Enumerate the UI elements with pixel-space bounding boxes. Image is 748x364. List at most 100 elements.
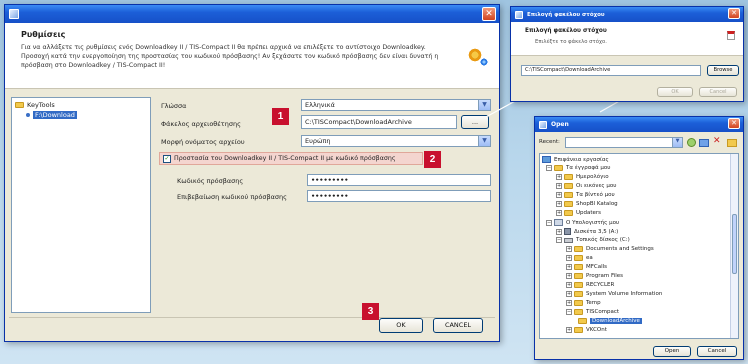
expand-icon[interactable]: + — [556, 201, 562, 207]
open-dialog: Open ✕ Recent: ▼ ✕ Επιφάνεια εργασίας − Τ… — [534, 116, 744, 360]
badge-3: 3 — [362, 303, 379, 320]
confirm-password-value: ••••••••• — [311, 192, 349, 200]
file-tree[interactable]: Επιφάνεια εργασίας − Τα έγγραφά μου + Ημερ… — [539, 153, 739, 339]
tree-item-system-volume[interactable]: + System Volume Information — [566, 291, 662, 297]
expand-icon[interactable]: + — [566, 291, 572, 297]
expand-icon[interactable]: + — [566, 300, 572, 306]
expand-icon[interactable]: + — [566, 273, 572, 279]
folder-titlebar[interactable]: Επιλογή φακέλου στόχου ✕ — [511, 7, 743, 22]
tree-item-videos[interactable]: + Τα βίντεό μου — [556, 192, 615, 198]
password-input[interactable]: ••••••••• — [307, 174, 491, 186]
expand-icon[interactable]: + — [556, 228, 562, 235]
protection-row[interactable]: ✓ Προστασία του Downloadkey II / TIS-Com… — [159, 152, 423, 165]
target-folder-value: C:\TISCompact\DownloadArchive — [525, 67, 611, 73]
folder-dialog-heading: Επιλογή φακέλου στόχου — [525, 28, 607, 34]
tree-item-updaters[interactable]: + Updaters — [556, 210, 601, 216]
new-folder-icon[interactable] — [727, 139, 737, 147]
nav-up-icon[interactable] — [687, 138, 696, 147]
key-tree[interactable]: KeyTools F:\Download — [11, 97, 151, 313]
tree-item-label: DownloadArchive — [590, 318, 642, 324]
tree-item-docs-settings[interactable]: + Documents and Settings — [566, 246, 654, 252]
tree-item-mfcalls[interactable]: + MFCalls — [566, 264, 607, 270]
settings-gear-icon — [467, 47, 488, 66]
language-label: Γλώσσα — [161, 102, 187, 110]
tree-item-program-files[interactable]: + Program Files — [566, 273, 623, 279]
cancel-button[interactable]: CANCEL — [433, 318, 483, 333]
chevron-down-icon[interactable]: ▼ — [478, 100, 490, 110]
open-titlebar[interactable]: Open ✕ — [535, 117, 743, 132]
expand-icon[interactable]: + — [556, 192, 562, 198]
tree-item-desktop[interactable]: Επιφάνεια εργασίας — [542, 156, 609, 163]
tree-item-shopbl[interactable]: + ShopBl Katalog — [556, 201, 618, 207]
collapse-icon[interactable]: − — [556, 237, 562, 243]
app-icon — [539, 120, 547, 129]
collapse-icon[interactable]: − — [546, 219, 552, 226]
browse-folder-button[interactable]: Browse — [707, 65, 739, 76]
filename-format-select[interactable]: Ευρώπη ▼ — [301, 135, 491, 147]
close-icon[interactable]: ✕ — [728, 8, 740, 19]
expand-icon[interactable]: + — [566, 282, 572, 288]
scrollbar-thumb[interactable] — [732, 214, 737, 274]
target-folder-input[interactable]: C:\TISCompact\DownloadArchive — [521, 65, 701, 76]
folder-ok-button[interactable]: OK — [657, 87, 693, 97]
tree-item-ea[interactable]: + ea — [566, 255, 593, 261]
folder-header-icon — [727, 31, 735, 40]
chevron-down-icon[interactable]: ▼ — [478, 136, 490, 146]
tree-item-label: Ο Υπολογιστής μου — [566, 219, 620, 226]
folder-icon — [15, 102, 24, 108]
tree-item-floppy[interactable]: + Δισκέτα 3,5 (A:) — [556, 228, 618, 235]
recent-select[interactable]: ▼ — [565, 137, 683, 148]
folder-icon — [564, 192, 573, 198]
tree-item-local-disk[interactable]: − Τοπικός δίσκος (C:) — [556, 237, 630, 243]
protection-checkbox[interactable]: ✓ — [163, 154, 171, 163]
tree-item-download[interactable]: F:\Download — [26, 111, 77, 119]
collapse-icon[interactable]: − — [566, 309, 572, 315]
folder-icon — [564, 183, 573, 189]
tree-item-label: Τα βίντεό μου — [576, 192, 615, 198]
tree-item-label: Οι εικόνες μου — [576, 183, 617, 189]
expand-icon[interactable]: + — [566, 255, 572, 261]
tree-scrollbar[interactable] — [730, 154, 738, 338]
folder-cancel-button[interactable]: Cancel — [699, 87, 737, 97]
open-cancel-button[interactable]: Cancel — [697, 346, 737, 357]
tree-item-calendar[interactable]: + Ημερολόγιο — [556, 174, 609, 180]
expand-icon[interactable]: + — [566, 264, 572, 270]
tree-item-temp[interactable]: + Temp — [566, 300, 601, 306]
tree-item-my-computer[interactable]: − Ο Υπολογιστής μου — [546, 219, 619, 226]
tree-item-documents[interactable]: − Τα έγγραφά μου — [546, 165, 610, 171]
language-select[interactable]: Ελληνικά ▼ — [301, 99, 491, 111]
tree-item-recycler[interactable]: + RECYCLER — [566, 282, 614, 288]
expand-icon[interactable]: + — [556, 183, 562, 189]
settings-titlebar[interactable]: ✕ — [5, 5, 499, 23]
close-icon[interactable]: ✕ — [728, 118, 740, 129]
tree-item-vkcont[interactable]: + VKCOnt — [566, 327, 607, 333]
tree-item-label: Updaters — [576, 210, 602, 216]
tree-node-dot-icon — [26, 113, 30, 117]
browse-button[interactable]: ... — [461, 115, 489, 129]
folder-nav-icon[interactable] — [699, 139, 709, 147]
protection-label: Προστασία του Downloadkey II / TIS-Compa… — [174, 155, 396, 162]
tree-item-label: VKCOnt — [586, 327, 607, 333]
tree-item-label: ShopBl Katalog — [576, 201, 618, 207]
tree-item-download-archive[interactable]: DownloadArchive — [578, 318, 642, 324]
chevron-down-icon[interactable]: ▼ — [672, 138, 682, 147]
collapse-icon[interactable]: − — [546, 165, 552, 171]
close-icon[interactable]: ✕ — [482, 7, 496, 21]
open-button[interactable]: Open — [653, 346, 691, 357]
tree-item-label: Επιφάνεια εργασίας — [554, 156, 609, 163]
tree-item-tiscompact[interactable]: − TISCompact — [566, 309, 619, 315]
folder-icon — [574, 264, 583, 270]
expand-icon[interactable]: + — [566, 327, 572, 333]
confirm-password-input[interactable]: ••••••••• — [307, 190, 491, 202]
delete-icon[interactable]: ✕ — [713, 136, 721, 146]
tree-item-pictures[interactable]: + Οι εικόνες μου — [556, 183, 616, 189]
folder-path-input[interactable]: C:\TISCompact\DownloadArchive — [301, 115, 457, 129]
expand-icon[interactable]: + — [556, 174, 562, 180]
tree-item-keytools[interactable]: KeyTools — [15, 101, 55, 109]
expand-icon[interactable]: + — [556, 210, 562, 216]
ok-button[interactable]: OK — [379, 318, 423, 333]
folder-icon — [564, 210, 573, 216]
tree-item-label: TISCompact — [586, 309, 620, 315]
expand-icon[interactable]: + — [566, 246, 572, 252]
floppy-icon — [564, 228, 571, 235]
